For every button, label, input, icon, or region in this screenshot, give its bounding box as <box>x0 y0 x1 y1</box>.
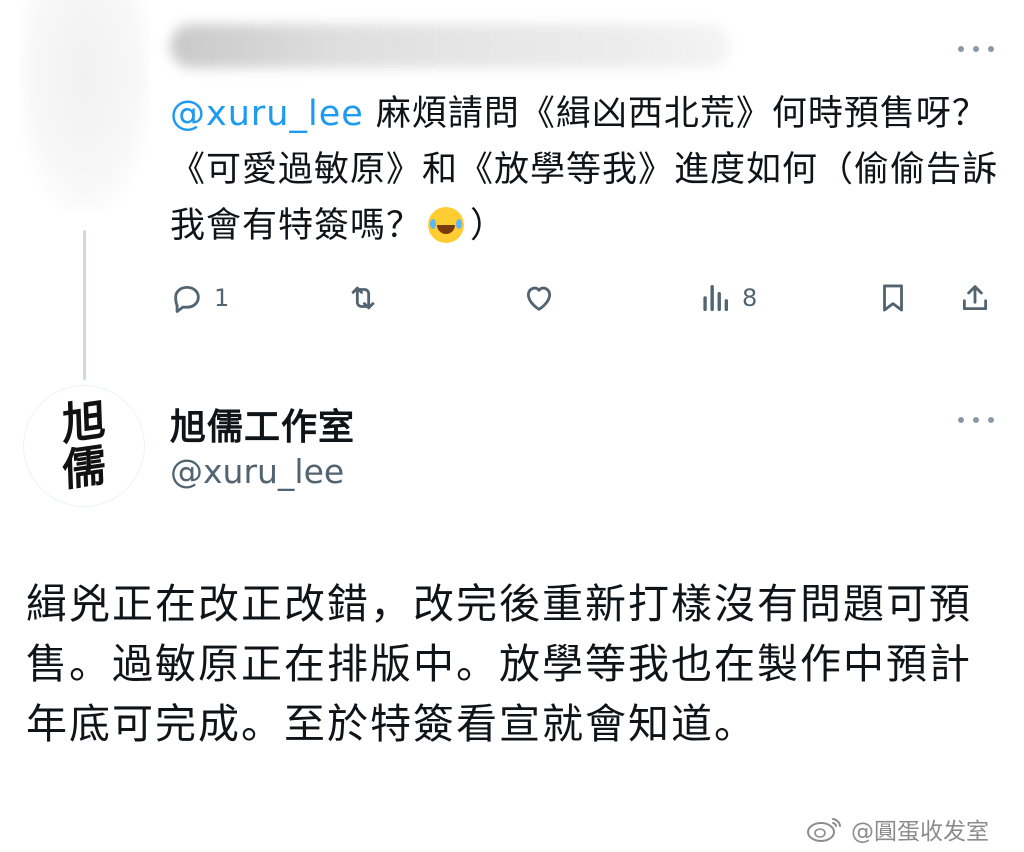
heart-icon <box>526 286 552 311</box>
views-button[interactable]: 8 <box>698 272 757 324</box>
avatar-char-2: 儒 <box>61 439 107 498</box>
author-display-name[interactable]: 旭儒工作室 <box>170 398 355 450</box>
watermark-text: @圓蛋收发室 <box>851 819 989 845</box>
thread-connector-line <box>83 230 86 380</box>
share-button[interactable] <box>958 272 992 324</box>
redacted-avatar <box>20 0 150 210</box>
more-dots-icon[interactable] <box>958 44 994 54</box>
bookmark-button[interactable] <box>876 272 910 324</box>
screenshot-root: @xuru_lee 麻煩請問《緝凶西北荒》何時預售呀？《可愛過敏原》和《放學等我… <box>0 0 1024 852</box>
reply-text-end: ） <box>470 206 507 246</box>
reply-count: 1 <box>214 284 230 312</box>
bookmark-icon <box>883 284 903 312</box>
watermark: @圓蛋收发室 <box>805 812 989 846</box>
redacted-author-name <box>170 24 730 68</box>
views-chart-icon <box>703 284 729 312</box>
more-dots-icon[interactable] <box>958 415 994 425</box>
laughing-emoji-icon <box>428 207 465 243</box>
retweet-icon <box>351 286 375 310</box>
author-handle[interactable]: @xuru_lee <box>170 452 344 491</box>
like-button[interactable] <box>522 272 556 324</box>
reply-tweet-text: @xuru_lee 麻煩請問《緝凶西北荒》何時預售呀？《可愛過敏原》和《放學等我… <box>170 86 1010 254</box>
main-tweet-text: 緝兇正在改正改錯，改完後重新打樣沒有問題可預售。過敏原正在排版中。放學等我也在製… <box>26 580 972 748</box>
mention-link[interactable]: @xuru_lee <box>170 94 364 134</box>
weibo-logo-icon <box>807 818 841 842</box>
comment-icon <box>174 285 200 313</box>
share-icon <box>962 285 988 311</box>
reply-button[interactable]: 1 <box>170 272 229 324</box>
reply-action-bar: 1 8 <box>170 272 1002 324</box>
views-count: 8 <box>742 284 758 312</box>
avatar[interactable]: 旭 儒 <box>23 385 145 507</box>
retweet-button[interactable] <box>346 272 380 324</box>
